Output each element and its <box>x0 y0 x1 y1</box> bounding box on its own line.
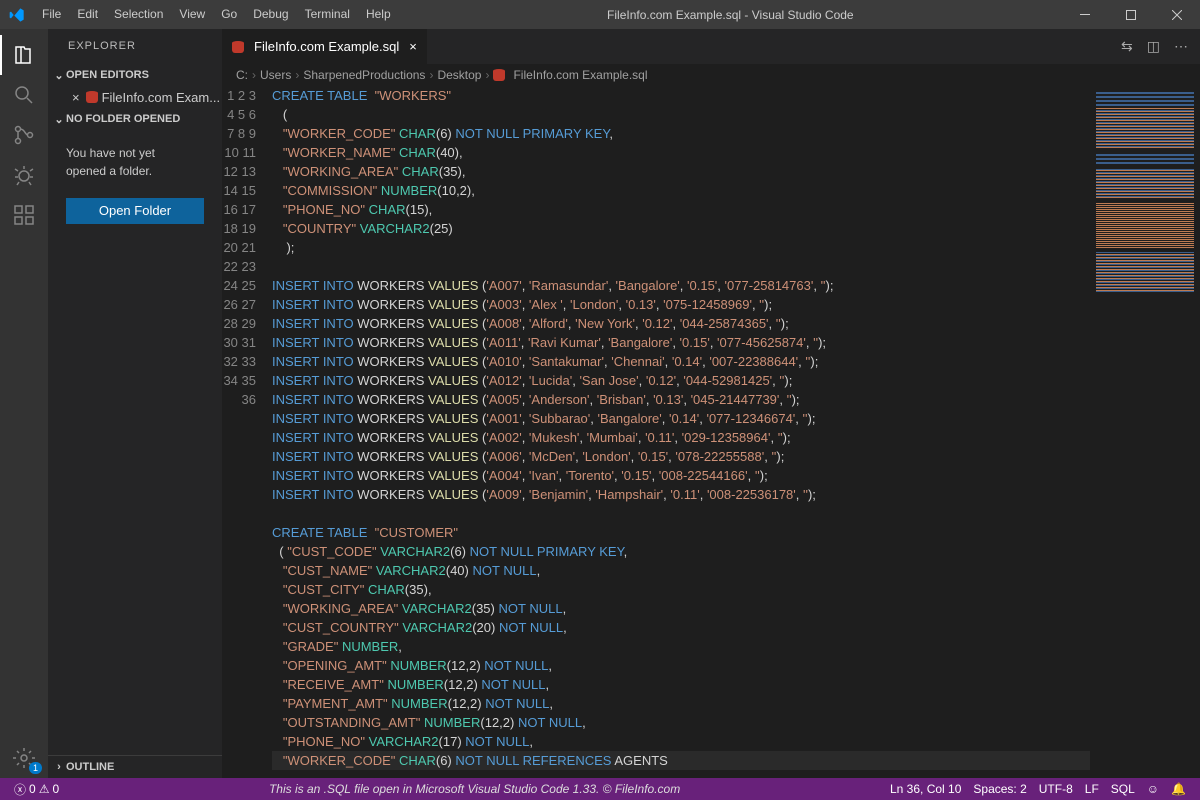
menu-file[interactable]: File <box>34 0 69 29</box>
menu-help[interactable]: Help <box>358 0 399 29</box>
open-editor-item[interactable]: ×FileInfo.com Exam... <box>48 86 222 108</box>
outline-header[interactable]: ›OUTLINE <box>48 756 222 778</box>
close-icon[interactable]: × <box>409 39 417 54</box>
settings-icon[interactable]: 1 <box>0 738 48 778</box>
maximize-button[interactable] <box>1108 0 1154 29</box>
breadcrumb-segment[interactable]: SharpenedProductions <box>303 68 425 82</box>
close-icon[interactable]: × <box>72 90 80 105</box>
more-icon[interactable]: ⋯ <box>1174 38 1188 55</box>
source-control-icon[interactable] <box>0 115 48 155</box>
line-numbers: 1 2 3 4 5 6 7 8 9 10 11 12 13 14 15 16 1… <box>222 86 272 778</box>
menu-edit[interactable]: Edit <box>69 0 106 29</box>
open-folder-button[interactable]: Open Folder <box>66 198 204 224</box>
warning-icon: ⚠ <box>39 782 50 796</box>
error-icon: ⓧ <box>14 781 26 798</box>
chevron-right-icon: › <box>52 761 66 773</box>
window-title: FileInfo.com Example.sql - Visual Studio… <box>399 8 1062 22</box>
encoding-status[interactable]: UTF-8 <box>1033 782 1079 796</box>
cursor-position[interactable]: Ln 36, Col 10 <box>884 782 967 796</box>
feedback-icon[interactable]: ☺ <box>1141 782 1165 796</box>
sql-file-icon <box>493 69 505 81</box>
no-folder-header[interactable]: ⌄NO FOLDER OPENED <box>48 108 222 130</box>
minimize-button[interactable] <box>1062 0 1108 29</box>
compare-icon[interactable]: ⇆ <box>1121 38 1133 55</box>
eol-status[interactable]: LF <box>1079 782 1105 796</box>
activity-bar: 1 <box>0 29 48 778</box>
split-editor-icon[interactable]: ◫ <box>1147 38 1160 55</box>
menu-selection[interactable]: Selection <box>106 0 171 29</box>
menu-view[interactable]: View <box>171 0 213 29</box>
sidebar-title: EXPLORER <box>48 29 222 64</box>
menu-terminal[interactable]: Terminal <box>297 0 358 29</box>
vscode-logo-icon <box>0 7 34 23</box>
close-button[interactable] <box>1154 0 1200 29</box>
open-editors-header[interactable]: ⌄OPEN EDITORS <box>48 64 222 86</box>
titlebar: FileEditSelectionViewGoDebugTerminalHelp… <box>0 0 1200 29</box>
code-content[interactable]: CREATE TABLE "WORKERS" ( "WORKER_CODE" C… <box>272 86 1090 778</box>
breadcrumb-segment[interactable]: C: <box>236 68 248 82</box>
menu-go[interactable]: Go <box>213 0 245 29</box>
explorer-icon[interactable] <box>0 35 48 75</box>
window-controls <box>1062 0 1200 29</box>
status-caption: This is an .SQL file open in Microsoft V… <box>263 782 686 796</box>
problems-status[interactable]: ⓧ0⚠0 <box>8 781 65 798</box>
file-tab[interactable]: FileInfo.com Example.sql × <box>222 29 427 64</box>
sql-file-icon <box>86 91 98 103</box>
editor-tabs: FileInfo.com Example.sql × ⇆ ◫ ⋯ <box>222 29 1200 64</box>
indentation-status[interactable]: Spaces: 2 <box>967 782 1032 796</box>
menu-debug[interactable]: Debug <box>245 0 296 29</box>
sidebar: EXPLORER ⌄OPEN EDITORS ×FileInfo.com Exa… <box>48 29 222 778</box>
language-status[interactable]: SQL <box>1105 782 1141 796</box>
chevron-down-icon: ⌄ <box>52 113 66 126</box>
minimap[interactable] <box>1090 86 1200 778</box>
breadcrumb[interactable]: C:›Users›SharpenedProductions›Desktop›Fi… <box>222 64 1200 86</box>
search-icon[interactable] <box>0 75 48 115</box>
breadcrumb-segment[interactable]: FileInfo.com Example.sql <box>513 68 647 82</box>
chevron-down-icon: ⌄ <box>52 69 66 82</box>
code-editor[interactable]: 1 2 3 4 5 6 7 8 9 10 11 12 13 14 15 16 1… <box>222 86 1200 778</box>
breadcrumb-segment[interactable]: Users <box>260 68 291 82</box>
sql-file-icon <box>232 41 244 53</box>
editor-area: FileInfo.com Example.sql × ⇆ ◫ ⋯ C:›User… <box>222 29 1200 778</box>
notifications-icon[interactable]: 🔔 <box>1165 782 1192 796</box>
no-folder-message: You have not yetopened a folder. <box>48 130 222 194</box>
debug-icon[interactable] <box>0 155 48 195</box>
extensions-icon[interactable] <box>0 195 48 235</box>
breadcrumb-segment[interactable]: Desktop <box>437 68 481 82</box>
status-bar: ⓧ0⚠0 This is an .SQL file open in Micros… <box>0 778 1200 800</box>
menubar: FileEditSelectionViewGoDebugTerminalHelp <box>34 0 399 29</box>
